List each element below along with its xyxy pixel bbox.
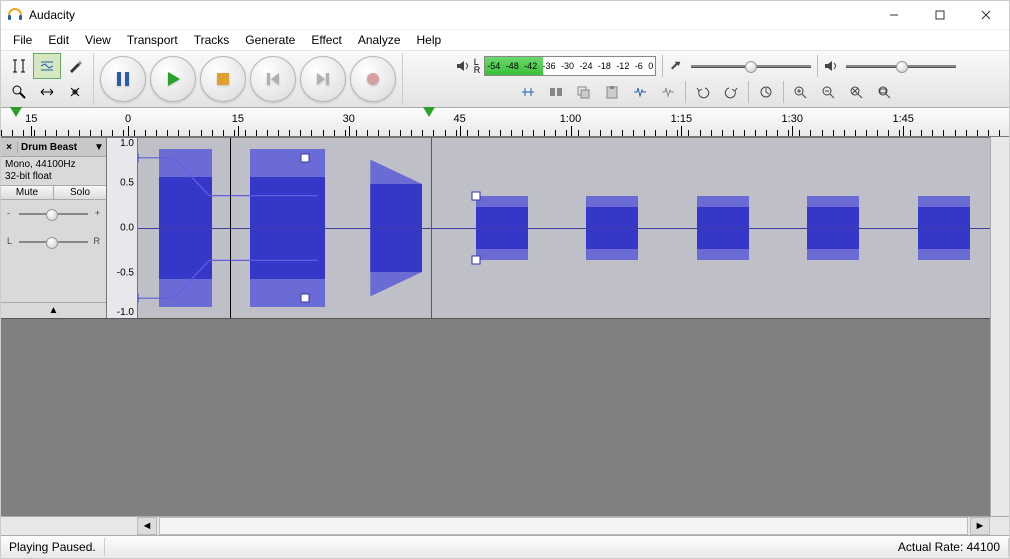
rec-meter-icon[interactable] (665, 59, 687, 73)
rec-monitor-slider[interactable] (691, 58, 811, 74)
play-meter-icon[interactable] (452, 59, 474, 73)
track-collapse-button[interactable]: ▲ (1, 302, 106, 318)
menu-edit[interactable]: Edit (40, 31, 77, 49)
start-flag-icon[interactable] (10, 107, 22, 117)
sync-lock-btn[interactable] (753, 80, 779, 104)
scroll-left-button[interactable]: ◄ (137, 517, 157, 535)
draw-tool[interactable] (61, 53, 89, 79)
envelope-point[interactable] (138, 153, 139, 162)
fit-proj-btn[interactable] (872, 80, 898, 104)
copy-btn[interactable] (571, 80, 597, 104)
menu-file[interactable]: File (5, 31, 40, 49)
track-row: × Drum Beast ▼ Mono, 44100Hz 32-bit floa… (1, 138, 990, 319)
minimize-button[interactable] (871, 1, 917, 29)
playback-cursor (431, 138, 432, 318)
output-volume-slider[interactable] (846, 58, 956, 74)
envelope-point[interactable] (471, 191, 480, 200)
status-message: Playing Paused. (1, 538, 105, 556)
paste-btn[interactable] (599, 80, 625, 104)
track-header: × Drum Beast ▼ Mono, 44100Hz 32-bit floa… (1, 138, 107, 318)
envelope-point[interactable] (301, 294, 310, 303)
envelope-point[interactable] (138, 294, 139, 303)
undo-btn[interactable] (690, 80, 716, 104)
menu-help[interactable]: Help (409, 31, 450, 49)
menu-view[interactable]: View (77, 31, 119, 49)
menu-effect[interactable]: Effect (303, 31, 349, 49)
selection-start-line (230, 138, 231, 318)
timeshift-tool[interactable] (33, 79, 61, 105)
track-close-button[interactable]: × (1, 142, 18, 153)
track-format: Mono, 44100Hz (5, 159, 102, 171)
silence-btn[interactable] (627, 80, 653, 104)
track-name[interactable]: Drum Beast (18, 142, 92, 153)
track-menu-button[interactable]: ▼ (92, 142, 106, 153)
playback-meter[interactable]: -54-48-42-36-30-24-18-12-60 (484, 56, 656, 76)
silence2-btn[interactable] (655, 80, 681, 104)
envelope-point[interactable] (471, 256, 480, 265)
track-info: Mono, 44100Hz 32-bit float (1, 157, 106, 185)
titlebar: Audacity (1, 1, 1009, 30)
multi-tool[interactable] (61, 79, 89, 105)
envelope-point[interactable] (301, 153, 310, 162)
menubar: File Edit View Transport Tracks Generate… (1, 30, 1009, 51)
status-rate: Actual Rate: 44100 (890, 538, 1009, 556)
zoom-tool[interactable] (5, 79, 33, 105)
trim-btn[interactable] (515, 80, 541, 104)
close-button[interactable] (963, 1, 1009, 29)
vertical-scale[interactable]: 1.00.50.0-0.5-1.0 (107, 138, 138, 318)
playhead-flag-icon[interactable] (423, 107, 435, 117)
envelope-tool[interactable] (33, 53, 61, 79)
pause-button[interactable] (100, 56, 146, 102)
maximize-button[interactable] (917, 1, 963, 29)
vertical-scrollbar[interactable] (990, 137, 1009, 516)
output-vol-icon (820, 59, 842, 73)
fit-sel-btn[interactable] (844, 80, 870, 104)
menu-analyze[interactable]: Analyze (350, 31, 409, 49)
mute-button[interactable]: Mute (1, 186, 54, 199)
meter-ch-r: R (474, 65, 481, 75)
record-button[interactable] (350, 56, 396, 102)
window-title: Audacity (29, 8, 871, 22)
solo-button[interactable]: Solo (54, 186, 106, 199)
horizontal-scrollbar[interactable]: ◄ ► (1, 516, 1009, 535)
skip-start-button[interactable] (250, 56, 296, 102)
zero-line (138, 228, 990, 229)
menu-transport[interactable]: Transport (119, 31, 186, 49)
scroll-thumb[interactable] (159, 517, 968, 535)
gain-slider[interactable]: - + (7, 204, 100, 224)
waveform-canvas[interactable] (138, 138, 990, 318)
zoom-out-btn[interactable] (816, 80, 842, 104)
cut-btn[interactable] (543, 80, 569, 104)
track-bitdepth: 32-bit float (5, 171, 102, 183)
zoom-in-btn[interactable] (788, 80, 814, 104)
play-button[interactable] (150, 56, 196, 102)
menu-generate[interactable]: Generate (237, 31, 303, 49)
track-area: × Drum Beast ▼ Mono, 44100Hz 32-bit floa… (1, 137, 990, 516)
scroll-right-button[interactable]: ► (970, 517, 990, 535)
app-icon (7, 7, 23, 23)
skip-end-button[interactable] (300, 56, 346, 102)
pan-slider[interactable]: L R (7, 232, 100, 252)
statusbar: Playing Paused. Actual Rate: 44100 (1, 535, 1009, 558)
stop-button[interactable] (200, 56, 246, 102)
redo-btn[interactable] (718, 80, 744, 104)
toolbars: LR -54-48-42-36-30-24-18-12-60 (1, 51, 1009, 108)
menu-tracks[interactable]: Tracks (186, 31, 238, 49)
timeline-ruler[interactable]: 1501530451:001:151:301:45 (1, 108, 1009, 137)
selection-tool[interactable] (5, 53, 33, 79)
